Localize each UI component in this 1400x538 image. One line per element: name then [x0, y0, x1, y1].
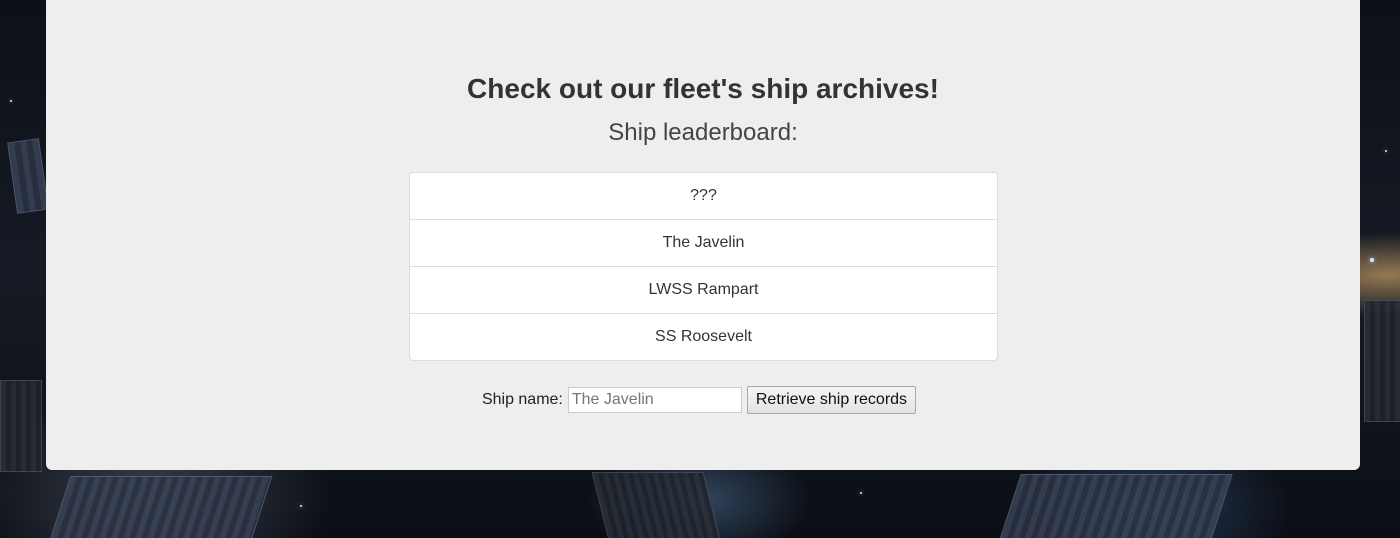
star [860, 492, 862, 494]
leaderboard-item[interactable]: LWSS Rampart [410, 266, 997, 313]
ship-hull-right [1364, 300, 1400, 422]
leaderboard-heading: Ship leaderboard: [608, 119, 798, 146]
star [1370, 258, 1374, 262]
ship-hull-bottom-right [999, 474, 1233, 538]
ship-hull-bottom-center [591, 472, 721, 538]
ship-hull-left-lower [0, 380, 42, 472]
leaderboard-item[interactable]: The Javelin [410, 219, 997, 266]
leaderboard-item[interactable]: SS Roosevelt [410, 313, 997, 360]
page-title: Check out our fleet's ship archives! [467, 73, 939, 104]
ship-hull-left [7, 138, 49, 214]
leaderboard-item[interactable]: ??? [410, 173, 997, 219]
ship-search-form: Ship name: Retrieve ship records [46, 385, 1360, 415]
star [10, 100, 12, 102]
star [300, 505, 302, 507]
ship-name-label: Ship name: [481, 391, 563, 408]
ship-leaderboard-list: ??? The Javelin LWSS Rampart SS Roosevel… [409, 172, 998, 361]
ship-name-input[interactable] [567, 387, 742, 413]
ship-hull-bottom-left [49, 476, 273, 538]
archive-panel: Check out our fleet's ship archives! Shi… [46, 0, 1360, 470]
retrieve-records-button[interactable]: Retrieve ship records [746, 386, 917, 414]
star [1385, 150, 1387, 152]
